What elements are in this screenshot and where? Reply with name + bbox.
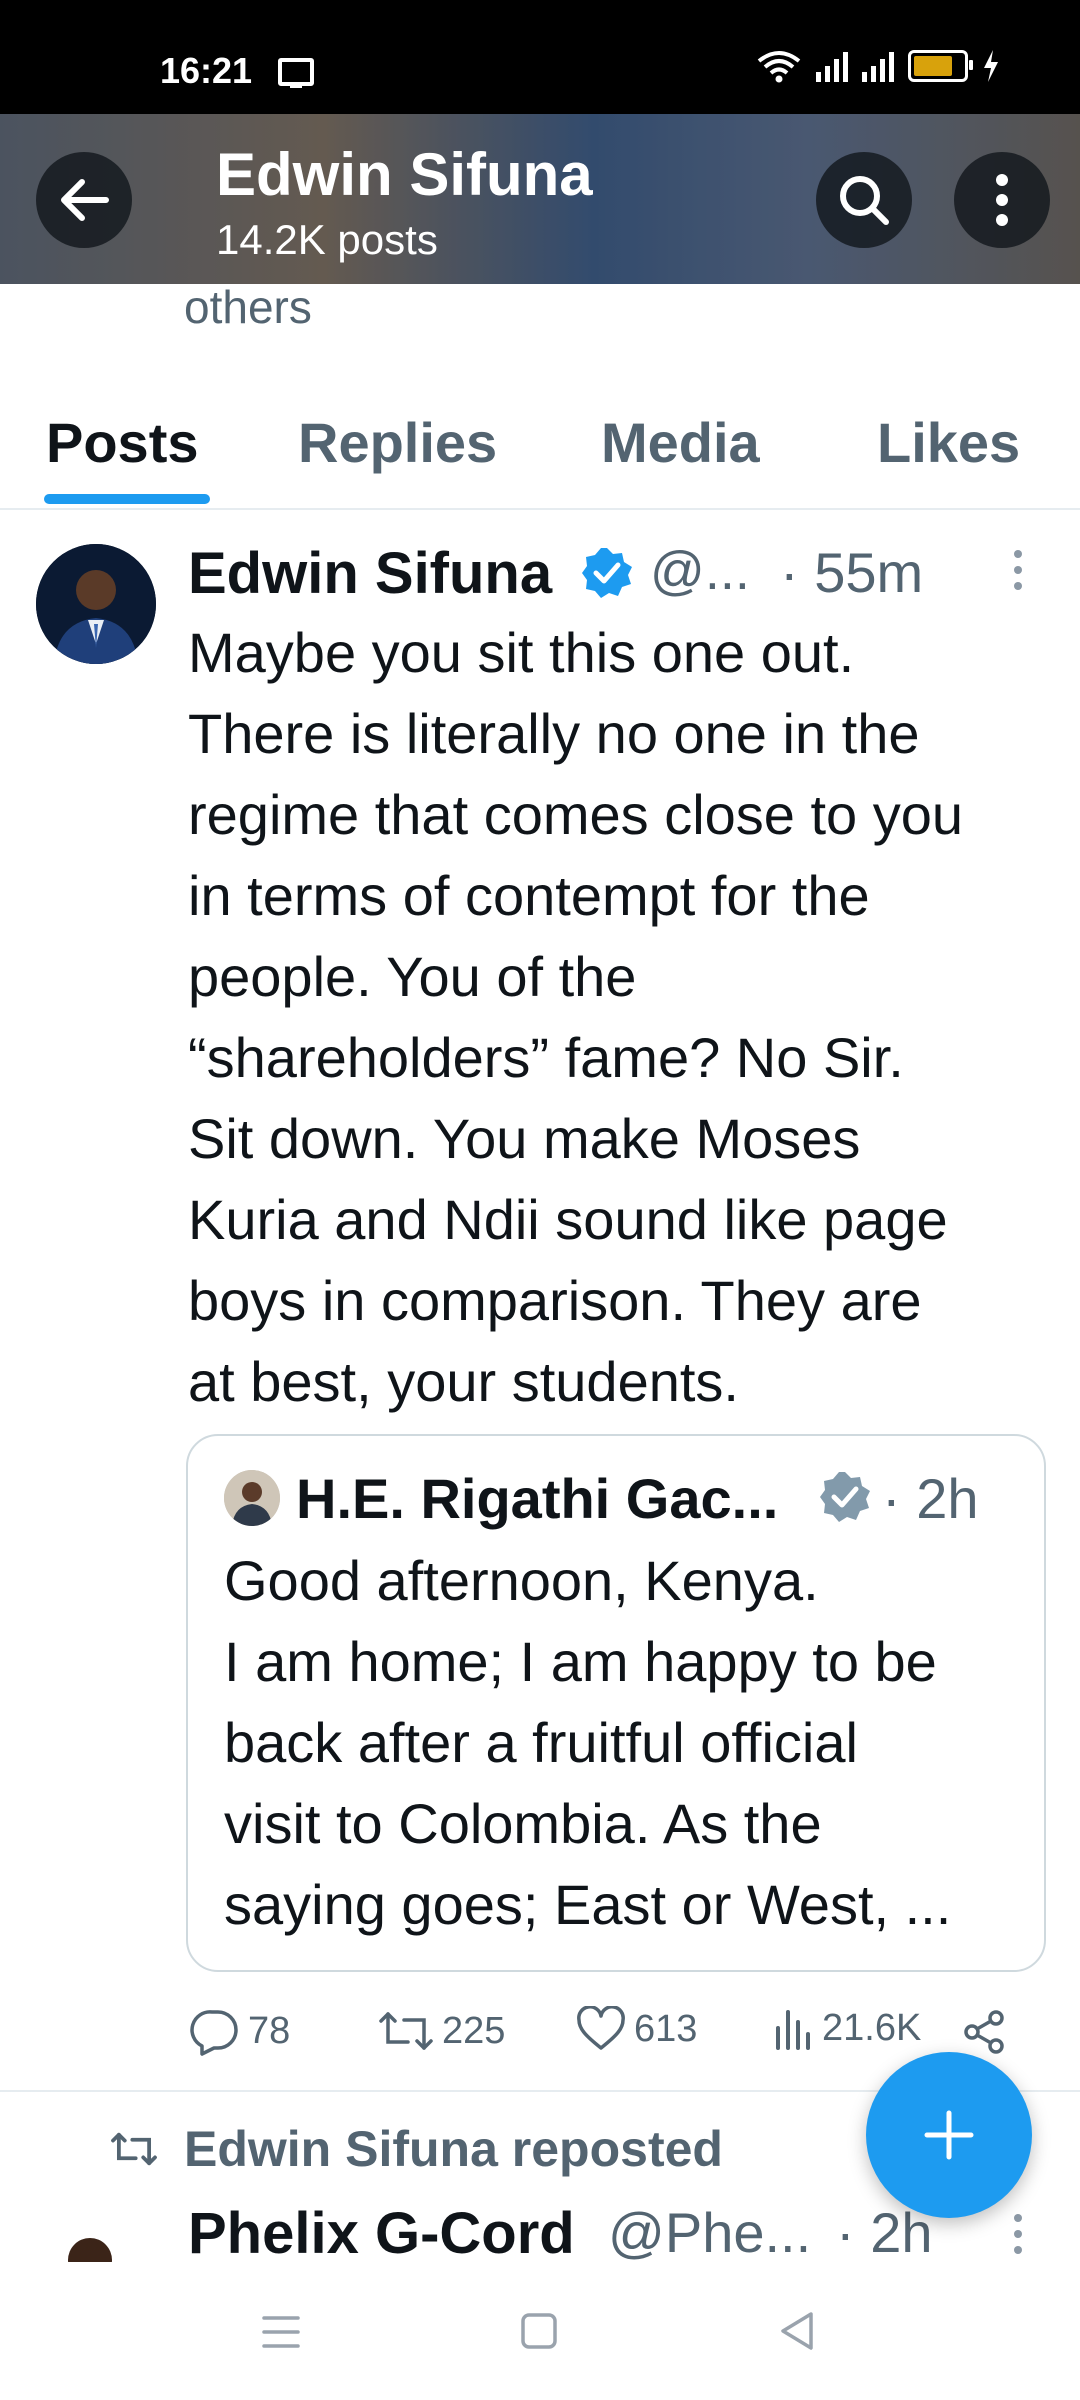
search-button[interactable]	[816, 152, 912, 248]
tweet-text: Maybe you sit this one out. There is lit…	[188, 621, 964, 1413]
wifi-icon	[757, 51, 801, 83]
repost-indicator[interactable]: Edwin Sifuna reposted	[110, 2120, 723, 2178]
repost-count: 225	[442, 2009, 506, 2052]
tweet-time[interactable]: · 55m	[780, 540, 923, 605]
more-vertical-icon	[996, 174, 1008, 226]
search-icon	[840, 176, 889, 225]
charging-icon	[984, 50, 998, 82]
repost-button[interactable]: 225	[378, 2006, 505, 2056]
tweet-handle[interactable]: @...	[650, 540, 750, 602]
reply-icon	[190, 2010, 238, 2056]
status-bar: 16:21	[0, 0, 1080, 114]
signal-1-icon	[816, 50, 848, 82]
views-button[interactable]: 21.6K	[774, 2006, 921, 2050]
next-avatar[interactable]	[36, 2226, 156, 2262]
screen-cast-icon	[278, 58, 314, 88]
back-button[interactable]	[36, 152, 132, 248]
reply-count: 78	[248, 2009, 291, 2052]
header-posts-count: 14.2K posts	[216, 216, 438, 263]
system-nav-bar	[0, 2262, 1080, 2400]
tweet-author-name[interactable]: Edwin Sifuna	[188, 540, 552, 607]
more-options-button[interactable]	[954, 152, 1050, 248]
next-avatar-person-icon	[68, 2238, 112, 2262]
like-count: 613	[634, 2007, 698, 2050]
share-icon[interactable]	[960, 2008, 1008, 2056]
repost-icon	[379, 2012, 433, 2050]
tab-likes[interactable]: Likes	[877, 410, 1020, 475]
views-chart-icon	[776, 2010, 810, 2050]
quote-time: · 2h	[882, 1467, 979, 1530]
tab-media[interactable]: Media	[601, 410, 760, 475]
back-nav-icon[interactable]	[778, 2310, 816, 2352]
avatar-person-icon	[36, 544, 156, 664]
like-button[interactable]: 613	[576, 2006, 697, 2052]
verified-badge-icon	[582, 548, 632, 598]
reply-button[interactable]: 78	[190, 2006, 290, 2056]
quote-text: Good afternoon, Kenya. I am home; I am h…	[224, 1549, 952, 1936]
compose-post-button[interactable]	[866, 2052, 1032, 2218]
status-time: 16:21	[160, 50, 253, 91]
status-indicators	[756, 46, 1000, 86]
battery-icon	[908, 50, 973, 82]
repost-small-icon	[111, 2132, 157, 2166]
heart-icon	[577, 2006, 625, 2050]
quote-avatar	[224, 1470, 280, 1526]
repost-label: Edwin Sifuna reposted	[184, 2121, 723, 2177]
tweet-more-icon[interactable]	[1008, 548, 1028, 592]
quote-author-name: H.E. Rigathi Gac...	[296, 1467, 779, 1530]
active-tab-indicator	[44, 494, 210, 504]
header-name: Edwin Sifuna	[216, 141, 593, 208]
plus-icon	[924, 2110, 974, 2160]
tab-posts[interactable]: Posts	[46, 410, 199, 475]
next-handle[interactable]: @Phe...	[608, 2200, 811, 2265]
bio-fragment: others	[184, 281, 312, 333]
signal-2-icon	[862, 50, 894, 82]
next-author-name[interactable]: Phelix G-Cord	[188, 2200, 575, 2267]
view-count: 21.6K	[822, 2006, 922, 2049]
arrow-left-icon	[61, 179, 109, 221]
home-icon[interactable]	[520, 2312, 558, 2350]
avatar[interactable]	[36, 544, 156, 664]
quote-verified-badge-icon	[820, 1472, 870, 1522]
tab-replies[interactable]: Replies	[298, 410, 497, 475]
next-tweet-more-icon[interactable]	[1008, 2212, 1028, 2256]
menu-icon[interactable]	[262, 2314, 300, 2350]
quote-avatar-person-icon	[224, 1470, 280, 1526]
profile-tabs: Posts Replies Media Likes	[0, 380, 1080, 510]
